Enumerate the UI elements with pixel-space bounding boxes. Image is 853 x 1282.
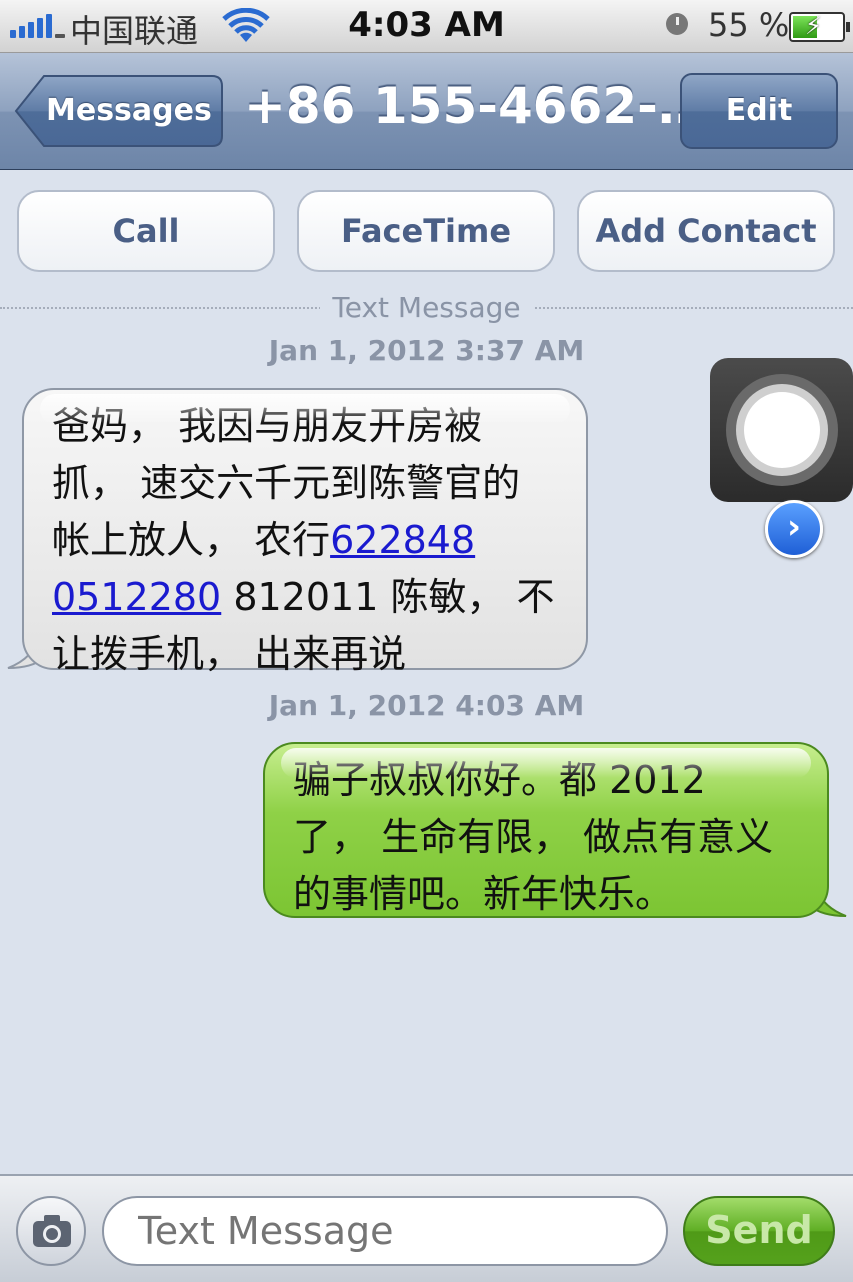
message-line: 爸妈， 我因与朋友开房被 bbox=[52, 404, 483, 448]
status-bar: 中国联通 4:03 AM 55 % ⚡ bbox=[0, 0, 853, 53]
message-input[interactable] bbox=[102, 1196, 668, 1266]
message-line: 了， 生命有限， 做点有意义 bbox=[293, 815, 774, 859]
messages-back-button[interactable]: Messages bbox=[14, 73, 224, 149]
thread-divider: Text Message bbox=[0, 291, 853, 325]
message-line: 的事情吧。新年快乐。 bbox=[293, 872, 674, 916]
send-button[interactable]: Send bbox=[683, 1196, 835, 1266]
assistive-touch-button[interactable] bbox=[710, 358, 853, 502]
divider-label: Text Message bbox=[320, 291, 533, 324]
message-timestamp: Jan 1, 2012 4:03 AM bbox=[268, 689, 585, 722]
account-number-link[interactable]: 622848 bbox=[330, 518, 475, 562]
message-line: 骗子叔叔你好。都 2012 bbox=[293, 758, 706, 802]
detail-disclosure-icon[interactable]: › bbox=[765, 500, 823, 558]
message-line: 抓， 速交六千元到陈警官的 bbox=[52, 461, 521, 505]
back-button-label: Messages bbox=[46, 93, 212, 128]
battery-percent: 55 % bbox=[708, 6, 790, 44]
conversation-title: +86 155-4662-… bbox=[244, 77, 708, 135]
incoming-message-bubble[interactable]: 爸妈， 我因与朋友开房被 抓， 速交六千元到陈警官的 帐上放人， 农行62284… bbox=[22, 388, 588, 676]
call-button[interactable]: Call bbox=[17, 190, 275, 272]
message-line: 帐上放人， 农行 bbox=[52, 518, 331, 562]
add-contact-button[interactable]: Add Contact bbox=[577, 190, 835, 272]
message-line: 让拨手机， 出来再说 bbox=[52, 632, 407, 676]
edit-button[interactable]: Edit bbox=[680, 73, 838, 149]
battery-charging-icon: ⚡ bbox=[789, 12, 850, 42]
composer-bar: Send bbox=[0, 1174, 853, 1282]
facetime-button[interactable]: FaceTime bbox=[297, 190, 555, 272]
outgoing-message-bubble[interactable]: 骗子叔叔你好。都 2012 了， 生命有限， 做点有意义 的事情吧。新年快乐。 bbox=[263, 742, 829, 918]
message-line: 812011 陈敏， 不 bbox=[221, 575, 555, 619]
clock-icon bbox=[666, 13, 688, 35]
camera-icon bbox=[33, 1215, 71, 1247]
navigation-bar: Messages +86 155-4662-… Edit bbox=[0, 53, 853, 170]
camera-button[interactable] bbox=[16, 1196, 86, 1266]
account-number-link-continued[interactable]: 0512280 bbox=[52, 575, 221, 619]
